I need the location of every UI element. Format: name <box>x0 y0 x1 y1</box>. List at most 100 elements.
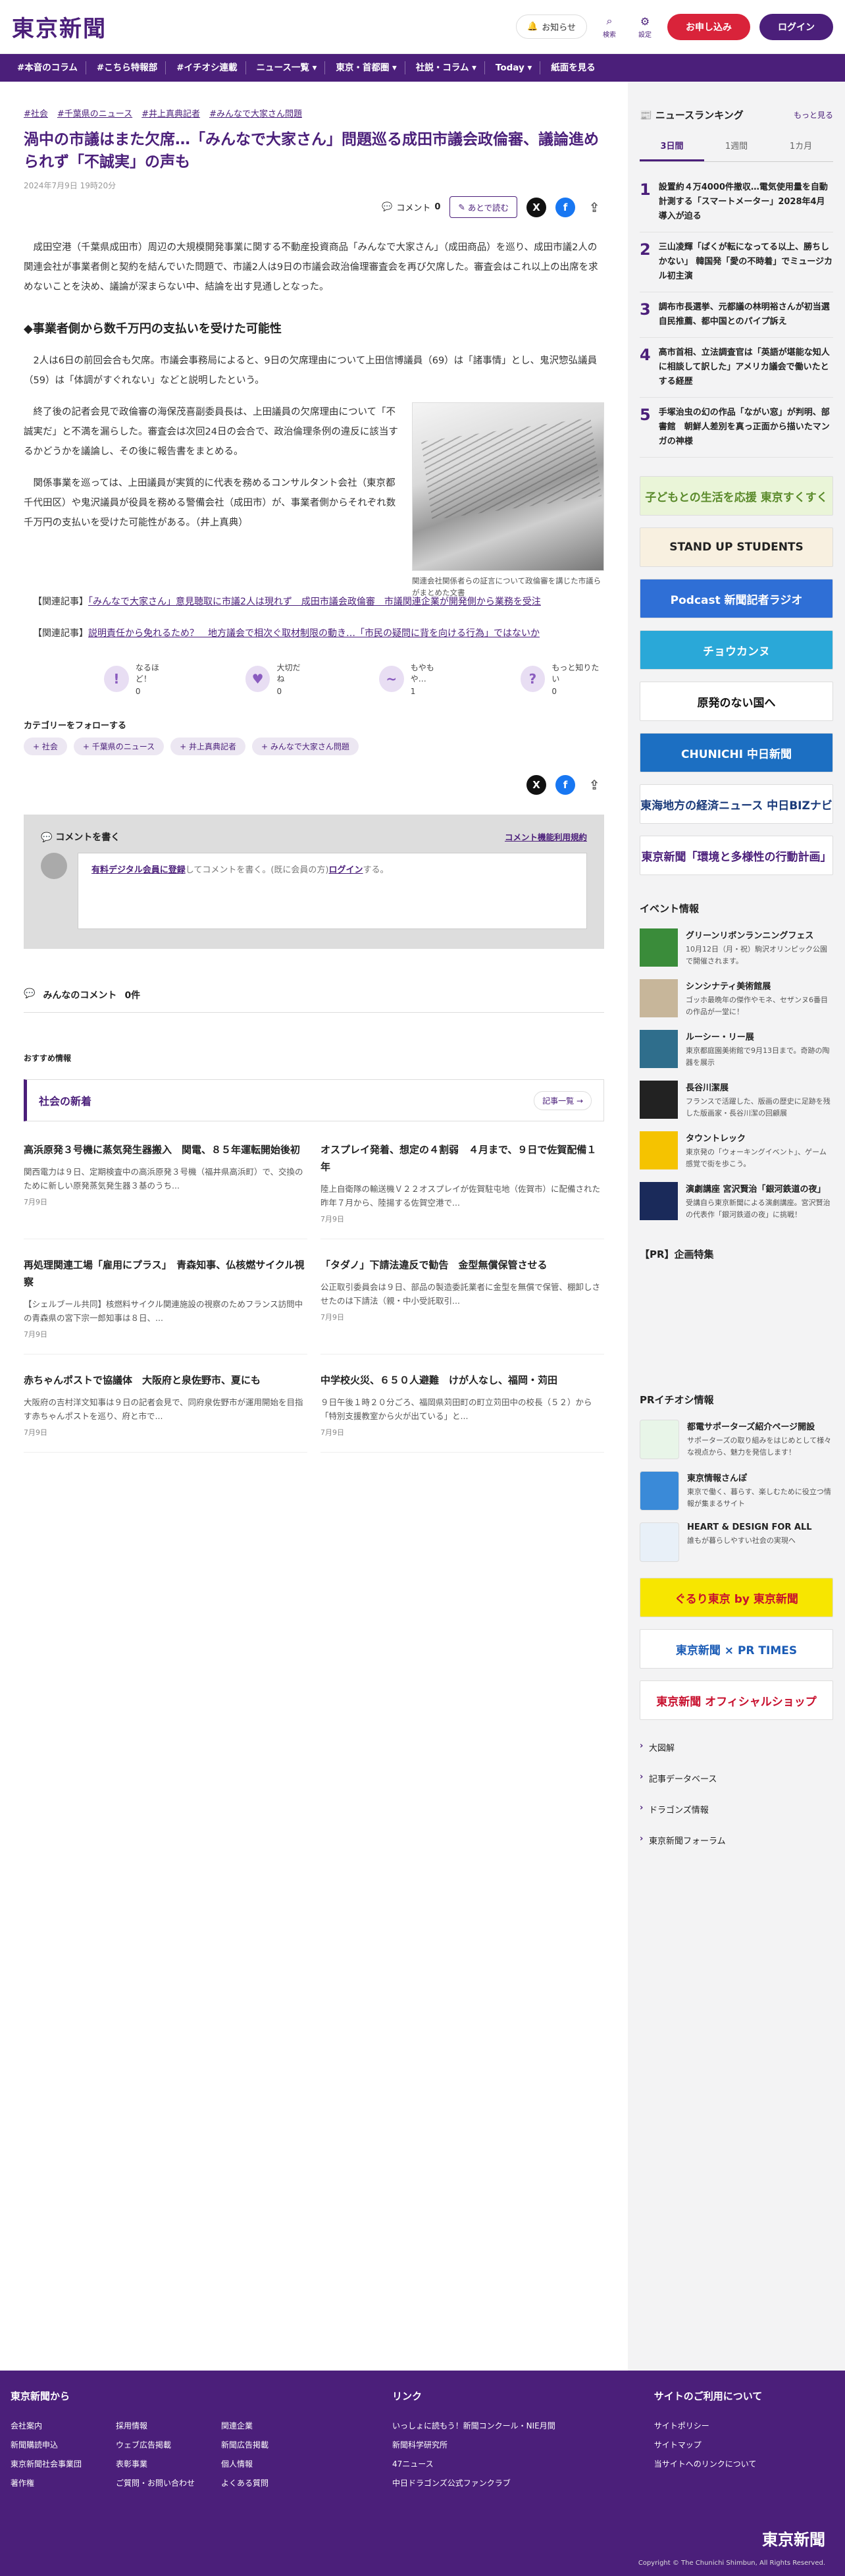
news-item[interactable]: 「タダノ」下請法違反で勧告 金型無償保管させる 公正取引委員会は９日、部品の製造委… <box>320 1256 604 1355</box>
footer-link[interactable]: 著作権 <box>11 2477 109 2488</box>
nav-item[interactable]: #イチオシ連載 <box>168 61 246 74</box>
facebook-share-icon[interactable]: f <box>555 197 575 217</box>
settings-button[interactable]: ⚙ 設定 <box>632 15 658 39</box>
tag-link[interactable]: #みんなで大家さん問題 <box>209 107 302 119</box>
pr-item[interactable]: 東京情報さんぽ 東京で働く、暮らす、楽しむために役立つ情報が集まるサイト <box>640 1471 833 1511</box>
article-list-link[interactable]: 記事一覧 → <box>534 1090 592 1110</box>
footer-link[interactable]: サイトポリシー <box>654 2420 763 2431</box>
nav-item[interactable]: Today ▾ <box>488 61 541 74</box>
footer-link[interactable]: 新聞購読申込 <box>11 2439 109 2450</box>
footer-link[interactable]: 東京新聞社会事業団 <box>11 2458 109 2469</box>
tag-link[interactable]: #千葉県のニュース <box>57 107 132 119</box>
tag-link[interactable]: #井上真典記者 <box>141 107 200 119</box>
sidebar-banner[interactable]: 原発のない国へ <box>640 682 833 721</box>
notice-button[interactable]: 🔔 お知らせ <box>516 14 587 39</box>
tab-1week[interactable]: 1週間 <box>704 131 769 161</box>
article-photo[interactable] <box>412 402 604 571</box>
sidebar-banner[interactable]: チョウカンヌ <box>640 630 833 670</box>
related-link[interactable]: 「みんなで大家さん」意見聴取に市議2人は現れず 成田市議会政倫審 市議関連企業が… <box>88 597 541 607</box>
follow-tag-button[interactable]: + 社会 <box>24 738 67 755</box>
event-item[interactable]: ルーシー・リー展 東京都庭園美術館で9月13日まで。奇跡の陶器を展示 <box>640 1030 833 1069</box>
ranking-more-link[interactable]: もっと見る <box>794 109 833 121</box>
news-item[interactable]: 赤ちゃんポストで協議体 大阪府と泉佐野市、夏にも 大阪府の吉村洋文知事は９日の記者… <box>24 1372 307 1453</box>
pr-item[interactable]: HEART & DESIGN FOR ALL 誰もが暮らしやすい社会の実現へ <box>640 1522 833 1562</box>
login-button[interactable]: ログイン <box>759 13 833 40</box>
footer-logo[interactable]: 東京新聞 <box>762 2527 825 2550</box>
event-item[interactable]: 演劇講座 宮沢賢治「銀河鉄道の夜」 受講自ら東京新聞による演劇講座。宮沢賢治の代表… <box>640 1182 833 1221</box>
related-link[interactable]: 説明責任から免れるため？ 地方議会で相次ぐ取材制限の動き…「市民の疑問に背を向け… <box>88 628 540 639</box>
site-logo[interactable]: 東京新聞 <box>12 11 107 43</box>
x-share-icon[interactable]: X <box>526 775 546 795</box>
footer-link[interactable]: 表彰事業 <box>116 2458 215 2469</box>
news-item[interactable]: オスプレイ発着、想定の４割弱 ４月まで、９日で佐賀配備１年 陸上自衛隊の輸送機Ｖ２… <box>320 1141 604 1239</box>
footer-link[interactable]: よくある質問 <box>221 2477 320 2488</box>
sidebar-banner[interactable]: Podcast 新聞記者ラジオ <box>640 579 833 618</box>
sidebar-link[interactable]: ドラゴンズ情報 <box>640 1794 833 1825</box>
sidebar-banner[interactable]: STAND UP STUDENTS <box>640 527 833 567</box>
nav-item[interactable]: 社説・コラム ▾ <box>408 61 485 74</box>
share-icon[interactable]: ⇪ <box>584 775 604 795</box>
share-icon[interactable]: ⇪ <box>584 198 604 217</box>
facebook-share-icon[interactable]: f <box>555 775 575 795</box>
ranking-item[interactable]: 1 設置約４万4000件撤収…電気使用量を自動計測する「スマートメーター」2028… <box>640 173 833 232</box>
register-link[interactable]: 有料デジタル会員に登録 <box>91 865 186 875</box>
ranking-item[interactable]: 4 高市首相、立法調査官は「英語が堪能な知人に相談して訳した」アメリカ議会で働いた… <box>640 338 833 398</box>
nav-item[interactable]: 紙面を見る <box>543 61 603 74</box>
ranking-item[interactable]: 3 調布市長選挙、元都議の林明裕さんが初当選 自民推薦、都中国とのパイプ訴え <box>640 292 838 338</box>
comment-link[interactable]: 💬 コメント 0 <box>382 201 440 213</box>
sidebar-banner[interactable]: 東京新聞「環境と多様性の行動計画」 <box>640 836 833 875</box>
pr-item[interactable]: 都電サポーターズ紹介ページ開設 サポーターズの取り組みをはじめとして様々な視点から… <box>640 1420 833 1459</box>
ranking-item[interactable]: 5 手塚治虫の幻の作品「ながい窓」が判明、部書館 朝鮮人差別を真っ正面から描いたマ… <box>640 398 833 458</box>
nav-item[interactable]: #こちら特報部 <box>89 61 166 74</box>
news-item[interactable]: 再処理関連工場「雇用にプラス」 青森知事、仏核燃サイクル視察 【シェルブール共同】… <box>24 1256 307 1355</box>
x-share-icon[interactable]: X <box>526 197 546 217</box>
footer-link[interactable]: 会社案内 <box>11 2420 109 2431</box>
reaction-motto[interactable]: ? もっと知りたい 0 <box>520 662 604 696</box>
footer-link[interactable]: 関連企業 <box>221 2420 320 2431</box>
footer-link[interactable]: 47ニュース <box>392 2458 555 2469</box>
footer-link[interactable]: サイトマップ <box>654 2439 763 2450</box>
event-item[interactable]: グリーンリボンランニングフェス 10月12日（月・祝）駒沢オリンピック公園で開催さ… <box>640 928 833 967</box>
event-item[interactable]: タウントレック 東京発の「ウォーキングイベント」、ゲーム感覚で街を歩こう。 <box>640 1131 833 1170</box>
footer-link[interactable]: 中日ドラゴンズ公式ファンクラブ <box>392 2477 555 2488</box>
pr-banner[interactable]: 東京新聞 × PR TIMES <box>640 1629 833 1669</box>
comment-terms-link[interactable]: コメント機能利用規約 <box>505 830 587 844</box>
sidebar-link[interactable]: 記事データベース <box>640 1763 833 1794</box>
follow-tag-button[interactable]: + 千葉県のニュース <box>73 738 165 755</box>
footer-link[interactable]: 個人情報 <box>221 2458 320 2469</box>
event-item[interactable]: シンシナティ美術館展 ゴッホ最晩年の傑作やモネ、セザンヌ6番目の作品が一堂に！ <box>640 979 833 1018</box>
footer-link[interactable]: 新聞広告掲載 <box>221 2439 320 2450</box>
read-later-button[interactable]: ✎ あとで読む <box>449 196 517 218</box>
login-link[interactable]: ログイン <box>329 865 363 875</box>
reaction-moyamoya[interactable]: ~ もやもや… 1 <box>378 662 448 696</box>
sidebar-banner[interactable]: 子どもとの生活を応援 東京すくすく <box>640 476 833 516</box>
footer-link[interactable]: 新聞科学研究所 <box>392 2439 555 2450</box>
news-item[interactable]: 高浜原発３号機に蒸気発生器搬入 関電、８５年運転開始後初 関西電力は９日、定期検査… <box>24 1141 307 1239</box>
nav-item[interactable]: ニュース一覧 ▾ <box>249 61 326 74</box>
pr-banner[interactable]: ぐるり東京 by 東京新聞 <box>640 1578 833 1617</box>
footer-link[interactable]: ウェブ広告掲載 <box>116 2439 215 2450</box>
follow-tag-button[interactable]: + みんなで大家さん問題 <box>252 738 359 755</box>
reaction-naruhodo[interactable]: ! なるほど！ 0 <box>104 662 173 696</box>
ranking-item[interactable]: 2 三山凌輝「ぱくが転になってる以上、勝ちしかない」 韓国発「愛の不時着」でミュー… <box>640 232 833 292</box>
tab-1month[interactable]: 1カ月 <box>769 131 833 161</box>
signup-button[interactable]: お申し込み <box>667 13 750 40</box>
footer-link[interactable]: 採用情報 <box>116 2420 215 2431</box>
search-button[interactable]: ⌕ 検索 <box>596 14 623 39</box>
nav-item[interactable]: 東京・首都圏 ▾ <box>328 61 405 74</box>
follow-tag-button[interactable]: + 井上真典記者 <box>170 738 246 755</box>
reaction-taisetsu[interactable]: ♥ 大切だね 0 <box>245 662 307 696</box>
event-item[interactable]: 長谷川潔展 フランスで活躍した、版画の歴史に足跡を残した版画家・長谷川潔の回顧展 <box>640 1081 833 1119</box>
comment-input[interactable]: 有料デジタル会員に登録してコメントを書く。(既に会員の方)ログインする。 <box>78 853 587 929</box>
sidebar-link[interactable]: 東京新聞フォーラム <box>640 1825 833 1856</box>
sidebar-banner[interactable]: CHUNICHI 中日新聞 <box>640 733 833 772</box>
tag-link[interactable]: #社会 <box>24 107 48 119</box>
footer-link[interactable]: いっしょに読もう！新聞コンクール・NIE月間 <box>392 2420 555 2431</box>
footer-link[interactable]: 当サイトへのリンクについて <box>654 2458 763 2469</box>
nav-item[interactable]: #本音のコラム <box>9 61 86 74</box>
sidebar-link[interactable]: 大図解 <box>640 1732 833 1763</box>
tab-3days[interactable]: 3日間 <box>640 131 704 161</box>
footer-link[interactable]: ご質問・お問い合わせ <box>116 2477 215 2488</box>
sidebar-banner[interactable]: 東海地方の経済ニュース 中日BIZナビ <box>640 784 833 824</box>
pr-banner[interactable]: 東京新聞 オフィシャルショップ <box>640 1680 833 1720</box>
